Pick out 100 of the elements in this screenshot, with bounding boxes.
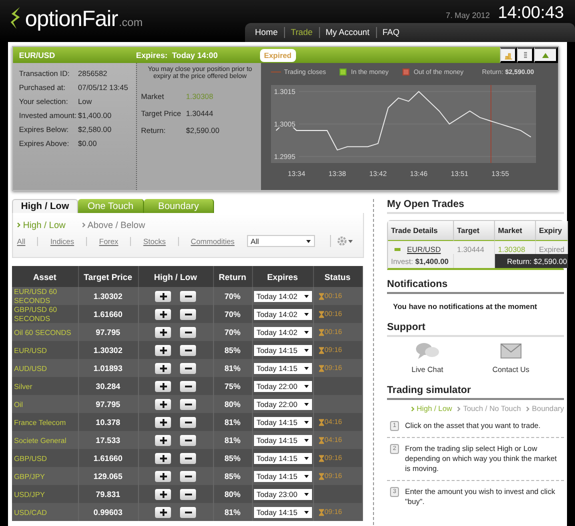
high-button[interactable] [155,506,171,518]
triangle-up-icon [542,52,549,58]
plus-icon [160,328,166,336]
product-tab[interactable]: One Touch [78,199,144,213]
product-tab[interactable]: Boundary [144,199,214,213]
minus-icon [184,328,192,336]
caret-icon [348,240,353,242]
table-cell: 80% [213,485,252,503]
table-cell: 1.61660 [78,305,138,323]
column-header: Target Price [78,266,138,287]
minus-icon [184,418,192,426]
chart-view-button[interactable] [500,47,517,63]
low-button[interactable] [180,506,196,518]
plus-icon [160,490,166,498]
collapse-button[interactable] [534,47,558,63]
table-cell: 81% [213,359,252,377]
high-button[interactable] [155,380,171,392]
high-button[interactable] [155,362,171,374]
low-button[interactable] [180,416,196,428]
chevron-icon [526,406,530,412]
caret-icon [304,348,308,352]
high-button[interactable] [155,434,171,446]
low-button[interactable] [180,308,196,320]
low-button[interactable] [180,434,196,446]
table-cell: 79.831 [78,485,138,503]
high-button[interactable] [155,290,171,302]
low-button[interactable] [180,362,196,374]
table-cell: 10.378 [78,413,138,431]
table-cell: 85% [213,449,252,467]
low-button[interactable] [180,380,196,392]
sub-tab[interactable]: High / Low [17,218,66,232]
nav-link[interactable]: FAQ [376,27,406,38]
chevron-icon [410,406,415,412]
plus-icon [160,472,166,480]
plus-icon [160,436,166,444]
low-button[interactable] [180,290,196,302]
hourglass-icon [318,472,324,480]
table-cell: 81% [213,431,252,449]
plus-icon [160,400,166,408]
low-button[interactable] [180,470,196,482]
table-cell: 70% [213,323,252,341]
minus-icon [184,454,192,462]
section-title: Support [387,322,564,337]
section-title: Notifications [387,279,564,294]
table-cell: 0.99603 [78,503,138,521]
table-cell: 75% [213,377,252,395]
nav-link[interactable]: Trade [284,27,320,38]
table-cell: 1.61660 [78,449,138,467]
chevron-icon [17,222,21,228]
hourglass-icon [318,454,324,462]
dots-icon [524,51,526,59]
minus-icon [184,472,192,480]
caret-icon [304,402,308,406]
hourglass-icon [318,508,324,516]
high-button[interactable] [155,326,171,338]
caret-icon [304,438,308,442]
table-cell: 30.284 [78,377,138,395]
low-button[interactable] [180,326,196,338]
low-button[interactable] [180,344,196,356]
high-button[interactable] [155,452,171,464]
table-cell: 129.065 [78,467,138,485]
caret-icon [306,240,311,242]
low-button[interactable] [180,398,196,410]
high-button[interactable] [155,470,171,482]
product-tab[interactable]: High / Low [12,199,78,213]
caret-icon [304,294,308,298]
plus-icon [160,364,166,372]
minus-icon [184,508,192,516]
envelope-icon [498,341,523,361]
table-cell: 70% [213,305,252,323]
sub-tab[interactable]: Above / Below [82,218,146,232]
nav-link[interactable]: My Account [320,27,377,38]
low-button[interactable] [180,452,196,464]
high-button[interactable] [155,416,171,428]
column-header: Return [213,266,252,287]
details-view-button[interactable] [517,47,534,63]
caret-icon [304,330,308,334]
high-button[interactable] [155,308,171,320]
table-cell: 17.533 [78,431,138,449]
table-cell: 1.30302 [78,341,138,359]
high-button[interactable] [155,398,171,410]
pair-title: EUR/USD [18,50,56,60]
low-button[interactable] [180,488,196,500]
table-cell: 97.795 [78,395,138,413]
hourglass-icon [318,346,324,354]
table-cell: 85% [213,341,252,359]
high-button[interactable] [155,488,171,500]
chevron-icon [82,222,86,228]
caret-icon [304,384,308,388]
minus-icon [184,436,192,444]
caret-icon [304,492,308,496]
plus-icon [160,346,166,354]
hourglass-icon [318,310,324,318]
high-button[interactable] [155,344,171,356]
minus-icon [184,364,192,372]
table-cell: 80% [213,395,252,413]
minus-icon [184,292,192,300]
nav-link[interactable]: Home [249,27,285,38]
minus-icon [184,382,192,390]
plus-icon [160,454,166,462]
